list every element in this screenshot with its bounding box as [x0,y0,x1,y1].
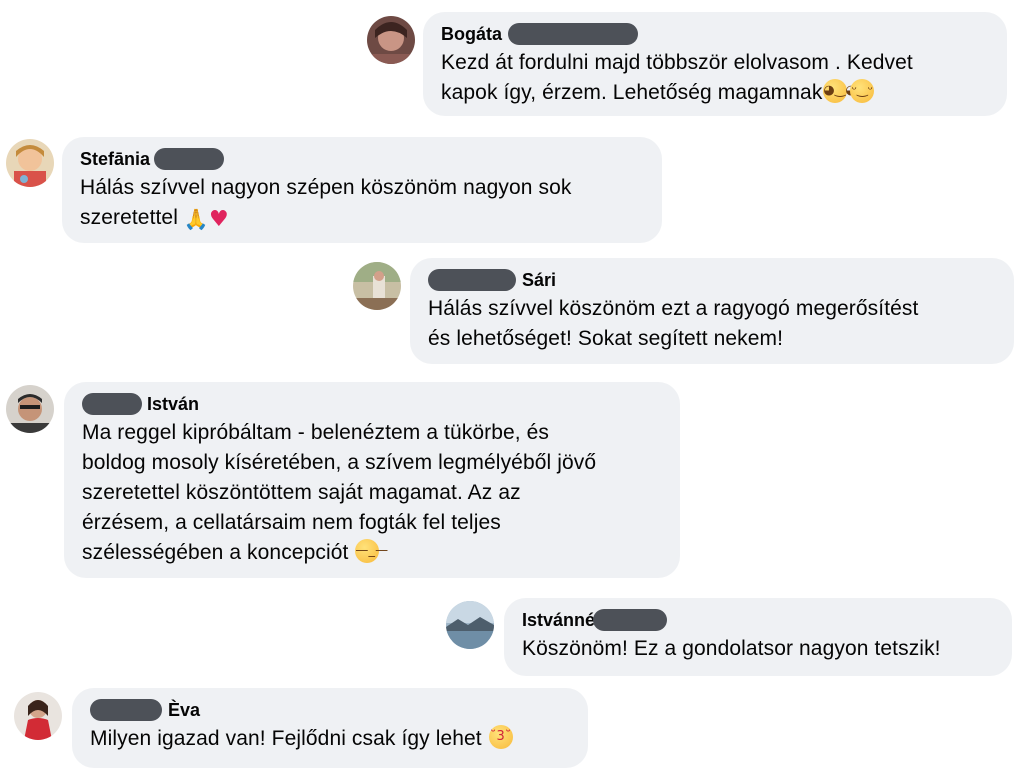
author-name[interactable]: Istvánné [522,609,994,631]
redacted-name [82,393,142,415]
comment-text-line: Kezd át fordulni majd többször elolvasom… [441,51,913,74]
profile-photo [6,139,54,187]
comment-text-line: Hálás szívvel köszönöm ezt a ragyogó meg… [428,297,919,320]
comment-text-line-content: Milyen igazad van! Fejlődni csak így leh… [90,727,482,750]
author-name[interactable]: Stefānia [80,148,644,170]
author-first-name[interactable]: Bogáta [441,23,502,45]
comment-text-line: szélességében a koncepciót —_— [82,538,662,568]
comment-bubble: Bogáta Kezd át fordulni majd többször el… [423,12,1007,116]
author-name[interactable]: Èva [90,699,570,721]
author-last-name[interactable]: István [147,393,199,415]
relieved-face-icon: ᵕ‿ᵕ [850,79,875,103]
author-last-name[interactable]: Sári [522,269,556,291]
redacted-name [90,699,162,721]
redacted-name [508,23,639,45]
author-first-name[interactable]: Istvánné [522,609,595,631]
comment-text-line: Milyen igazad van! Fejlődni csak így leh… [90,724,570,754]
comment-text-line: Ma reggel kipróbáltam - belenéztem a tük… [82,421,550,444]
comment-text: Hálás szívvel köszönöm ezt a ragyogó meg… [428,294,996,354]
comment-bubble: Istvánné Köszönöm! Ez a gondolatsor nagy… [504,598,1012,676]
avatar[interactable] [446,601,494,649]
author-name[interactable]: Sári [428,269,996,291]
folded-hands-icon: 🙏 [183,207,209,231]
author-last-name[interactable]: Èva [168,699,200,721]
comment-text-line-content: kapok így, érzem. Lehetőség magamnak [441,81,823,104]
comment-bubble: Stefānia Hálás szívvel nagyon szépen kös… [62,137,662,243]
avatar[interactable] [353,262,401,310]
author-name[interactable]: István [82,393,662,415]
profile-photo [446,601,494,649]
comment-text-line: boldog mosoly kíséretében, a szívem legm… [82,451,597,474]
kissing-face-icon: ˘3˘ [488,725,513,749]
avatar[interactable] [6,139,54,187]
comment-bubble: Èva Milyen igazad van! Fejlődni csak így… [72,688,588,768]
avatar[interactable] [14,692,62,740]
profile-photo [353,262,401,310]
profile-photo [14,692,62,740]
comment-text-line: és lehetőséget! Sokat segített nekem! [428,327,784,350]
comment-text-line: érzésem, a cellatársaim nem fogták fel t… [82,511,501,534]
red-heart-icon: ♥ [208,207,229,232]
comment-text-line-content: szélességében a koncepciót [82,541,349,564]
redacted-name [593,609,668,631]
comment-text-line: kapok így, érzem. Lehetőség magamnak ◕‿◕ ᵕ… [441,78,989,108]
comment-text: Hálás szívvel nagyon szépen köszönöm nag… [80,173,644,233]
unamused-face-icon: —_— [355,539,388,563]
comment-text-line: szeretettel köszöntöttem saját magamat. … [82,481,521,504]
smirk-face-icon: ◕‿◕ [823,79,857,103]
comment-text-line-content: szeretettel [80,206,178,229]
comment-text: Ma reggel kipróbáltam - belenéztem a tük… [82,418,662,568]
comment-text: Kezd át fordulni majd többször elolvasom… [441,48,989,108]
author-name[interactable]: Bogáta [441,23,989,45]
comment-bubble: Sári Hálás szívvel köszönöm ezt a ragyog… [410,258,1014,364]
redacted-name [154,148,225,170]
comment-text-line: Köszönöm! Ez a gondolatsor nagyon tetszi… [522,637,941,660]
avatar[interactable] [367,16,415,64]
profile-photo [367,16,415,64]
comment-text: Milyen igazad van! Fejlődni csak így leh… [90,724,570,754]
avatar[interactable] [6,385,54,433]
redacted-name [428,269,516,291]
comment-bubble: István Ma reggel kipróbáltam - belenézte… [64,382,680,578]
profile-photo [6,385,54,433]
comment-text-line: szeretettel 🙏♥ [80,203,644,233]
comment-text: Köszönöm! Ez a gondolatsor nagyon tetszi… [522,634,994,664]
author-first-name[interactable]: Stefānia [80,148,150,170]
comment-text-line: Hálás szívvel nagyon szépen köszönöm nag… [80,176,572,199]
